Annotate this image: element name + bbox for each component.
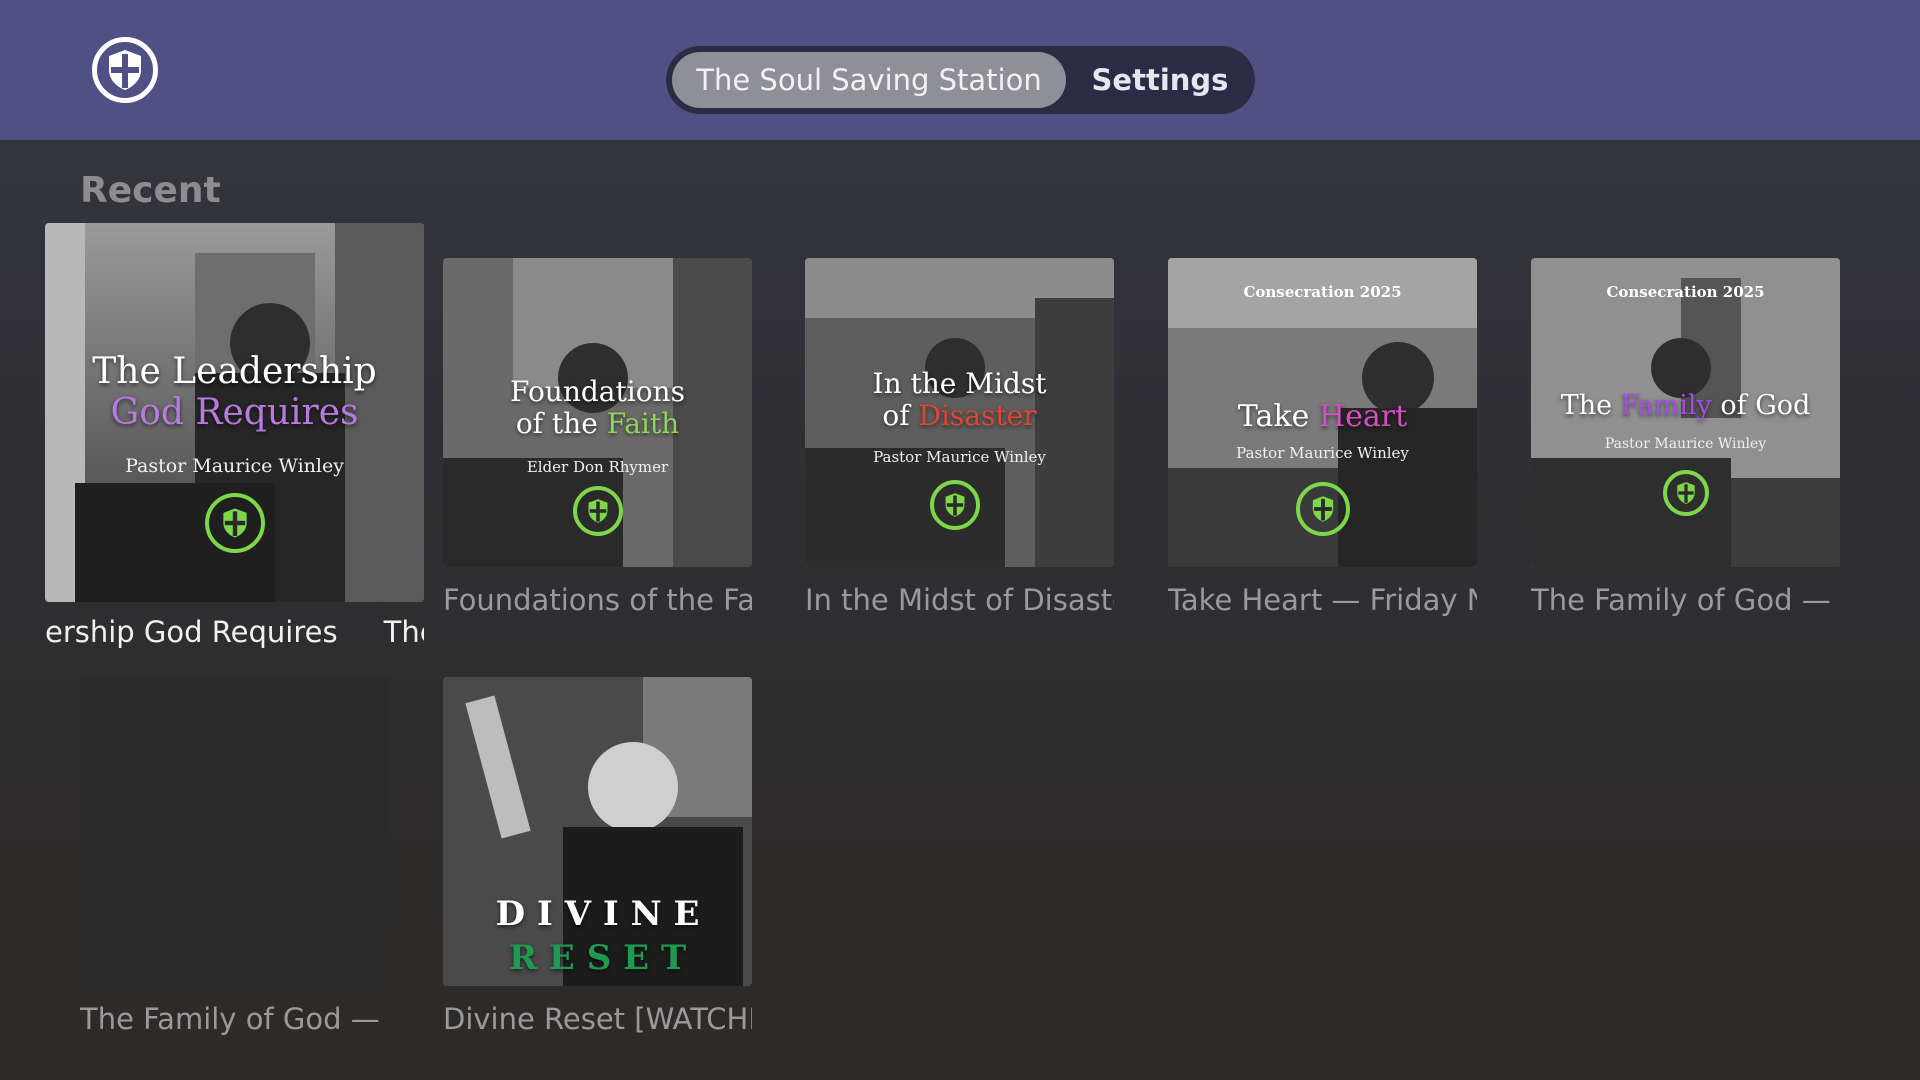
card-title: Take Heart — Friday Ni — [1168, 583, 1477, 617]
card-title: Foundations of the Fai — [443, 583, 752, 617]
video-thumbnail: The Leadership God Requires Pastor Mauri… — [45, 223, 424, 602]
art-speaker: Elder Don Rhymer — [526, 458, 669, 476]
video-thumbnail: Consecration 2025 The Family of God Past… — [1531, 258, 1840, 567]
shield-cross-icon — [1663, 470, 1709, 516]
video-thumbnail: Consecration 2025 Take Heart Pastor Maur… — [1168, 258, 1477, 567]
art-speaker: Pastor Maurice Winley — [1236, 444, 1409, 462]
tab-settings[interactable]: Settings — [1070, 52, 1250, 108]
art-title-highlight: Faith — [606, 407, 680, 441]
art-title-line1: The — [1560, 390, 1621, 421]
art-title-line1: The Leadership — [92, 351, 377, 392]
art-title-line2: of — [882, 399, 919, 433]
art-title-line1: In the Midst — [872, 367, 1047, 400]
art-title-line2: R E S E T — [508, 938, 687, 978]
art-title-line1-end: of God — [1711, 390, 1811, 421]
section-title-recent: Recent — [80, 170, 221, 211]
art-title-highlight: Heart — [1318, 399, 1408, 434]
card-title: The Family of God — F — [80, 1002, 389, 1036]
art-title-highlight: Disaster — [918, 399, 1037, 433]
art-banner: Consecration 2025 — [1243, 282, 1402, 301]
video-thumbnail: D I V I N E R E S E T — [443, 677, 752, 986]
video-thumbnail: In the Midst of Disaster Pastor Maurice … — [805, 258, 1114, 567]
art-title-line1: D I V I N E — [495, 894, 700, 934]
tab-bar: The Soul Saving Station Settings — [666, 46, 1255, 114]
shield-cross-icon — [930, 480, 980, 530]
art-title-line2: of the — [515, 407, 607, 441]
shield-cross-icon — [1296, 482, 1350, 536]
art-banner: Consecration 2025 — [1606, 282, 1765, 301]
art-title-line1: Foundations — [510, 375, 685, 408]
card-title: In the Midst of Disaste — [805, 583, 1114, 617]
art-speaker: Pastor Maurice Winley — [125, 455, 344, 477]
art-title-line1: Take — [1237, 399, 1319, 434]
top-navigation-bar: The Soul Saving Station Settings — [0, 0, 1920, 140]
card-title: The Family of God — F — [1531, 583, 1840, 617]
shield-cross-icon — [205, 493, 265, 553]
card-title: ership God Requires The — [45, 615, 424, 649]
tab-the-soul-saving-station[interactable]: The Soul Saving Station — [672, 52, 1066, 108]
art-speaker: Pastor Maurice Winley — [1604, 436, 1767, 452]
art-title-highlight: Family — [1620, 390, 1712, 421]
shield-cross-icon[interactable] — [92, 37, 158, 103]
video-thumbnail: Foundations of the Faith Elder Don Rhyme… — [443, 258, 752, 567]
card-title: Divine Reset [WATCHI — [443, 1002, 752, 1036]
shield-cross-icon — [573, 486, 623, 536]
video-thumbnail-placeholder — [80, 677, 389, 986]
art-speaker: Pastor Maurice Winley — [873, 448, 1046, 466]
art-title-line2: God Requires — [110, 392, 359, 434]
